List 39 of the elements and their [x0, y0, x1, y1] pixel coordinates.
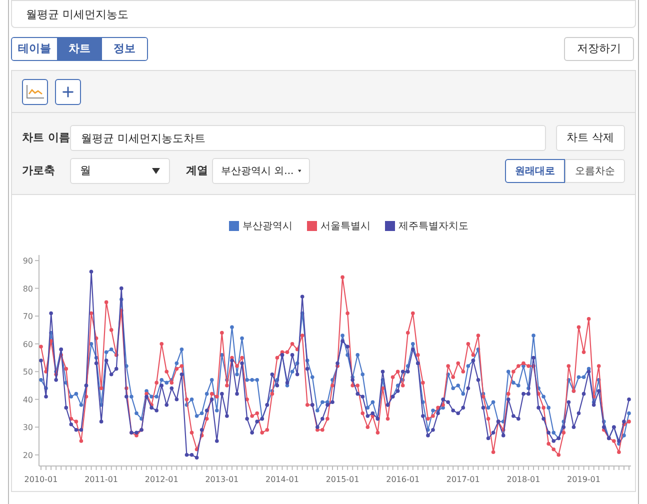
- sort-option[interactable]: 원래대로: [505, 159, 565, 183]
- x-tick-label: 2011-01: [84, 475, 118, 484]
- y-tick-label: 40: [22, 395, 33, 404]
- x-tick-label: 2016-01: [386, 475, 420, 484]
- series-select[interactable]: 부산광역시 외...: [212, 158, 310, 184]
- x-tick-label: 2017-01: [446, 475, 480, 484]
- x-tick-label: 2010-01: [24, 475, 58, 484]
- field-label: 계열: [186, 162, 209, 179]
- y-tick-label: 80: [22, 284, 33, 294]
- y-tick-label: 20: [22, 450, 33, 460]
- delete-chart-button[interactable]: 차트 삭제: [556, 125, 625, 151]
- tab[interactable]: 차트: [57, 38, 102, 60]
- plus-icon: [60, 84, 76, 100]
- field-label: 차트 이름: [22, 130, 70, 146]
- y-tick-label: 60: [22, 340, 33, 349]
- caret-icon: [152, 168, 160, 174]
- x-tick-label: 2018-01: [506, 475, 540, 484]
- y-tick-label: 50: [22, 368, 33, 377]
- x-axis-select[interactable]: 월: [70, 158, 170, 184]
- x-tick-label: 2019-01: [567, 475, 600, 484]
- x-tick-label: 2014-01: [266, 475, 299, 484]
- y-tick-label: 70: [22, 312, 33, 322]
- x-tick-label: 2015-01: [326, 475, 360, 484]
- x-tick-label: 2013-01: [205, 475, 239, 484]
- x-tick-label: 2012-01: [144, 475, 178, 484]
- line-chart-icon: [26, 84, 44, 98]
- legend-label: 제주특별자치도: [398, 220, 468, 234]
- title-field[interactable]: 월평균 미세먼지농도: [11, 0, 636, 28]
- field-label: 가로축: [22, 162, 56, 179]
- y-tick-label: 90: [22, 256, 33, 266]
- legend-label: 부산광역시: [242, 220, 292, 234]
- line-chart-button[interactable]: [22, 78, 48, 104]
- sort-option[interactable]: 오름차순: [565, 159, 625, 183]
- caret-icon: [298, 168, 301, 174]
- add-button[interactable]: [55, 78, 81, 104]
- legend-label: 서울특별시: [320, 220, 370, 234]
- save-button[interactable]: 저장하기: [564, 37, 634, 61]
- y-tick-label: 30: [22, 423, 33, 432]
- chart-name-field[interactable]: 월평균 미세먼지농도차트: [70, 125, 546, 151]
